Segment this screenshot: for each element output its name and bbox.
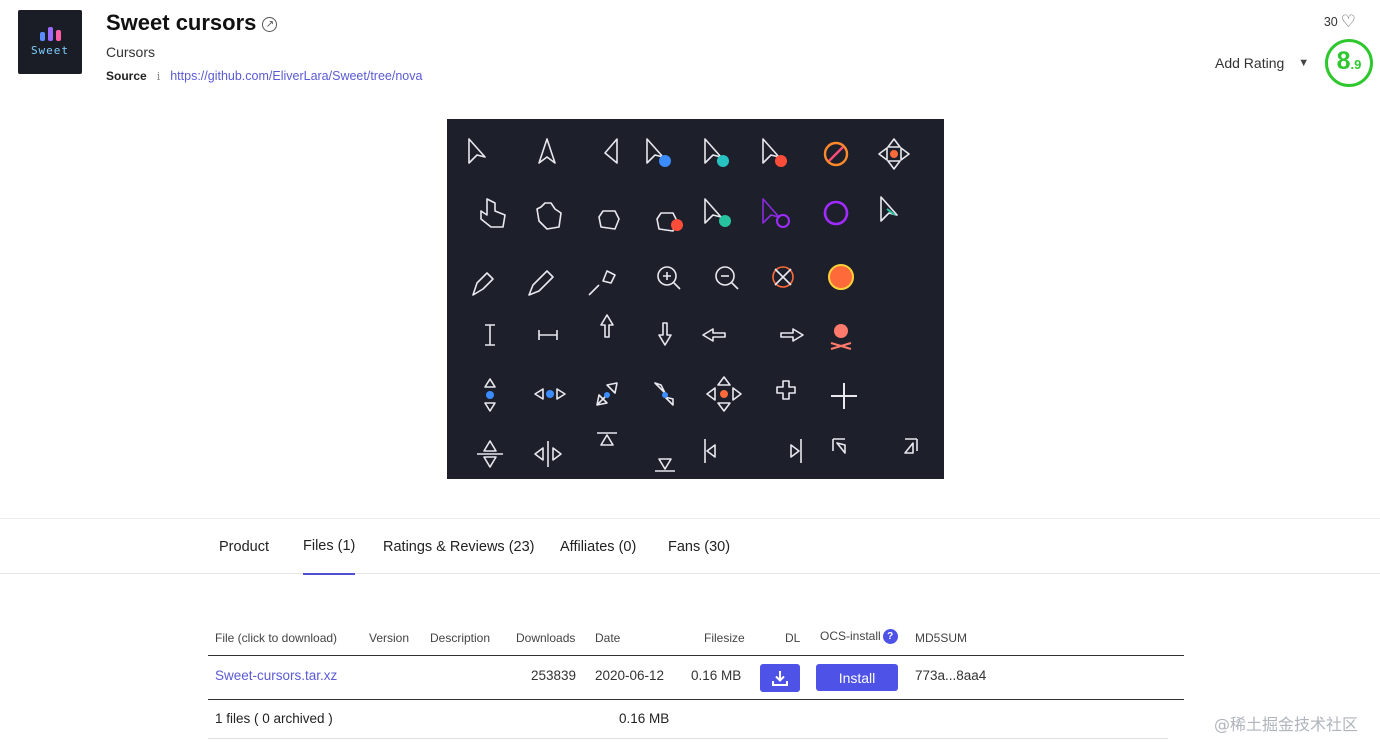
help-icon[interactable]: ? (882, 629, 898, 645)
col-header-file: File (click to download) (215, 631, 338, 645)
rating-score: 8 .9 (1325, 39, 1373, 87)
files-summary: 1 files ( 0 archived ) (215, 711, 333, 726)
file-size: 0.16 MB (691, 668, 742, 683)
fans-count[interactable]: 30 ♡ (1324, 13, 1356, 30)
info-icon[interactable]: i (157, 70, 161, 83)
tab-files[interactable]: Files (1) (303, 519, 356, 575)
watermark-text: @稀土掘金技术社区 (1213, 715, 1358, 734)
title-row: Sweet cursors ↗ (106, 10, 422, 36)
product-category[interactable]: Cursors (106, 44, 422, 60)
footer-divider (208, 738, 1168, 739)
cursor-set-preview-icon (468, 138, 918, 472)
file-date: 2020-06-12 (595, 668, 665, 683)
file-downloads: 253839 (531, 668, 577, 683)
download-icon (772, 671, 788, 686)
file-download-link[interactable]: Sweet-cursors.tar.xz (215, 668, 337, 683)
col-header-ocs-install: OCS-install? (820, 629, 898, 645)
col-header-date: Date (595, 631, 621, 645)
col-header-downloads: Downloads (516, 631, 576, 645)
heart-icon[interactable]: ♡ (1341, 13, 1356, 30)
col-header-description: Description (430, 631, 491, 645)
logo-bars-icon (39, 27, 61, 41)
chevron-down-icon: ▼ (1298, 57, 1310, 69)
app-logo: Sweet (18, 10, 82, 74)
score-main: 8 (1336, 47, 1351, 75)
col-header-filesize: Filesize (704, 631, 745, 645)
col-header-version: Version (369, 631, 410, 645)
file-md5sum: 773a...8aa4 (915, 668, 987, 683)
source-link[interactable]: https://github.com/EliverLara/Sweet/tree… (170, 69, 422, 83)
ocs-install-button[interactable]: Install (816, 664, 898, 691)
product-tabs: Product Files (1) Ratings & Reviews (23)… (0, 518, 1380, 575)
logo-text: Sweet (30, 44, 70, 57)
source-label: Source (106, 69, 147, 83)
tab-ratings-reviews[interactable]: Ratings & Reviews (23) (383, 519, 535, 575)
add-rating-dropdown[interactable]: Add Rating ▼ (1215, 55, 1309, 71)
product-header: Sweet cursors ↗ Cursors Source i https:/… (106, 10, 422, 83)
add-rating-label: Add Rating (1215, 55, 1285, 71)
files-total-size: 0.16 MB (619, 711, 670, 726)
source-row: Source i https://github.com/EliverLara/S… (106, 69, 422, 83)
tab-fans[interactable]: Fans (30) (668, 519, 730, 575)
external-link-icon[interactable]: ↗ (262, 17, 278, 32)
tab-product[interactable]: Product (219, 519, 269, 575)
row-divider (208, 699, 1184, 700)
col-header-ocs-install-label: OCS-install (820, 629, 881, 643)
score-decimal: .9 (1350, 57, 1362, 72)
header-divider (208, 655, 1184, 656)
tab-affiliates[interactable]: Affiliates (0) (560, 519, 636, 575)
product-preview-image[interactable] (447, 119, 944, 479)
product-title: Sweet cursors (106, 10, 257, 35)
col-header-md5sum: MD5SUM (915, 631, 968, 645)
col-header-dl: DL (785, 631, 801, 645)
download-button[interactable] (760, 664, 800, 692)
fans-count-value: 30 (1323, 14, 1338, 29)
